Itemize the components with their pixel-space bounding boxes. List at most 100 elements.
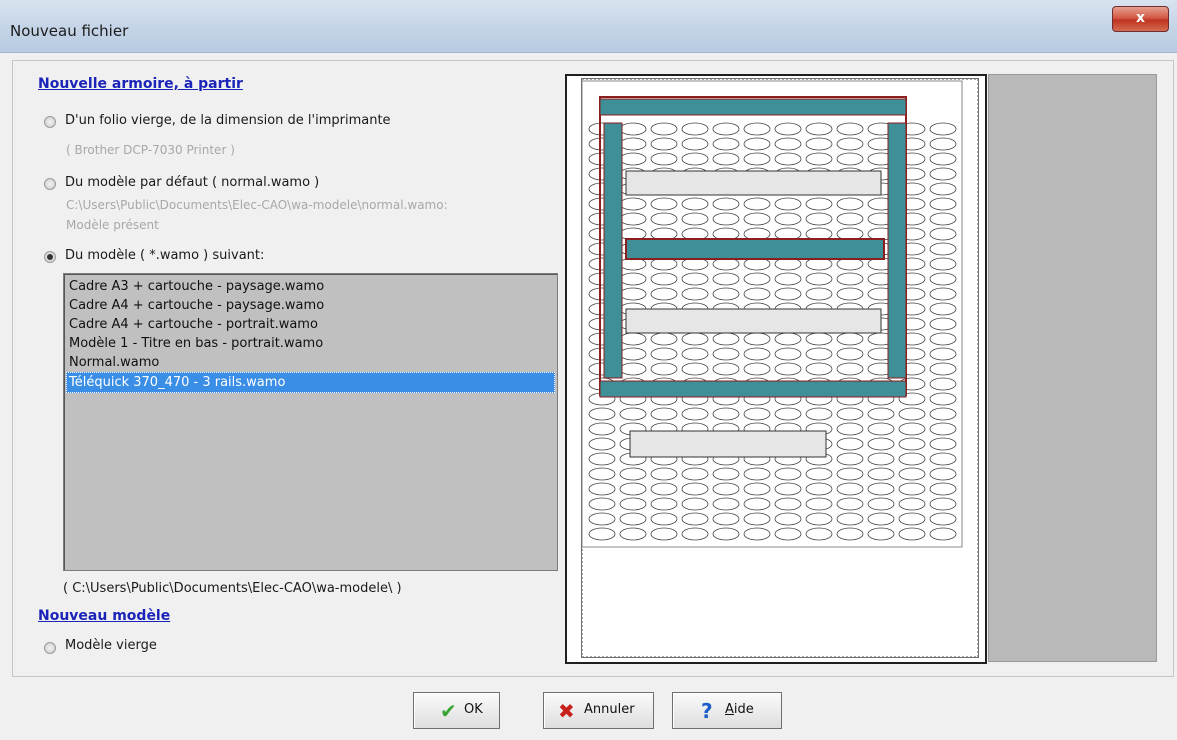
- terminal-oval: [743, 512, 771, 526]
- radio-blank-model[interactable]: [44, 642, 56, 654]
- terminal-oval: [743, 197, 771, 211]
- terminal-oval: [681, 527, 709, 541]
- terminal-oval: [650, 362, 678, 376]
- terminal-oval: [929, 227, 957, 241]
- terminal-oval: [774, 407, 802, 421]
- terminal-oval: [898, 527, 926, 541]
- terminal-oval: [712, 347, 740, 361]
- model-listbox[interactable]: Cadre A3 + cartouche - paysage.wamo Cadr…: [63, 273, 558, 571]
- terminal-oval: [712, 497, 740, 511]
- terminal-oval: [588, 437, 616, 451]
- terminal-oval: [929, 452, 957, 466]
- list-item[interactable]: Cadre A3 + cartouche - paysage.wamo: [69, 277, 324, 296]
- terminal-oval: [774, 332, 802, 346]
- terminal-oval: [805, 362, 833, 376]
- terminal-oval: [867, 437, 895, 451]
- terminal-oval: [774, 512, 802, 526]
- terminal-oval: [712, 197, 740, 211]
- terminal-oval: [619, 362, 647, 376]
- list-item-selected[interactable]: Téléquick 370_470 - 3 rails.wamo: [66, 372, 555, 393]
- ok-button[interactable]: ✔ OK: [413, 692, 500, 729]
- terminal-oval: [836, 467, 864, 481]
- terminal-oval: [743, 332, 771, 346]
- terminal-oval: [929, 152, 957, 166]
- terminal-oval: [743, 212, 771, 226]
- terminal-oval: [836, 482, 864, 496]
- terminal-oval: [650, 122, 678, 136]
- radio-blank-folio[interactable]: [44, 116, 56, 128]
- terminal-oval: [867, 527, 895, 541]
- list-item[interactable]: Modèle 1 - Titre en bas - portrait.wamo: [69, 334, 323, 353]
- terminal-oval: [650, 347, 678, 361]
- terminal-oval: [588, 467, 616, 481]
- terminal-oval: [929, 272, 957, 286]
- terminal-oval: [867, 407, 895, 421]
- upright-left: [603, 122, 623, 379]
- terminal-oval: [681, 287, 709, 301]
- terminal-oval: [929, 242, 957, 256]
- terminal-oval: [681, 212, 709, 226]
- list-item[interactable]: Cadre A4 + cartouche - portrait.wamo: [69, 315, 318, 334]
- terminal-oval: [712, 512, 740, 526]
- blank-model-label: Modèle vierge: [65, 638, 157, 653]
- terminal-oval: [619, 272, 647, 286]
- terminal-oval: [681, 362, 709, 376]
- preview-side-panel: [988, 74, 1157, 662]
- terminal-oval: [836, 527, 864, 541]
- terminal-oval: [929, 482, 957, 496]
- terminal-oval: [929, 302, 957, 316]
- terminal-oval: [650, 407, 678, 421]
- terminal-oval: [898, 437, 926, 451]
- terminal-oval: [619, 467, 647, 481]
- model-directory: ( C:\Users\Public\Documents\Elec-CAO\wa-…: [63, 581, 402, 596]
- terminal-oval: [681, 347, 709, 361]
- terminal-oval: [681, 152, 709, 166]
- title-bar[interactable]: Nouveau fichier x: [0, 0, 1177, 53]
- default-model-path: C:\Users\Public\Documents\Elec-CAO\wa-mo…: [66, 198, 448, 212]
- terminal-oval: [929, 362, 957, 376]
- following-model-label: Du modèle ( *.wamo ) suivant:: [65, 248, 265, 263]
- duct-3: [629, 430, 827, 458]
- new-cabinet-heading: Nouvelle armoire, à partir: [38, 76, 243, 92]
- terminal-oval: [836, 512, 864, 526]
- terminal-oval: [929, 182, 957, 196]
- terminal-oval: [836, 452, 864, 466]
- radio-following-model[interactable]: [44, 251, 56, 263]
- terminal-oval: [712, 482, 740, 496]
- terminal-oval: [650, 467, 678, 481]
- radio-default-model[interactable]: [44, 178, 56, 190]
- terminal-oval: [619, 527, 647, 541]
- cancel-button[interactable]: ✖ Annuler: [543, 692, 654, 729]
- new-model-heading: Nouveau modèle: [38, 608, 171, 624]
- terminal-oval: [712, 332, 740, 346]
- terminal-oval: [898, 512, 926, 526]
- terminal-oval: [743, 287, 771, 301]
- terminal-oval: [898, 452, 926, 466]
- help-button[interactable]: ? Aide: [672, 692, 782, 729]
- terminal-oval: [805, 197, 833, 211]
- terminal-oval: [650, 512, 678, 526]
- close-icon: x: [1135, 10, 1146, 26]
- terminal-oval: [743, 482, 771, 496]
- terminal-oval: [650, 152, 678, 166]
- terminal-oval: [712, 287, 740, 301]
- close-button[interactable]: x: [1112, 6, 1169, 32]
- terminal-oval: [619, 212, 647, 226]
- terminal-oval: [712, 527, 740, 541]
- terminal-oval: [743, 347, 771, 361]
- terminal-oval: [929, 422, 957, 436]
- list-item[interactable]: Cadre A4 + cartouche - paysage.wamo: [69, 296, 324, 315]
- list-item[interactable]: Normal.wamo: [69, 353, 159, 372]
- terminal-oval: [588, 407, 616, 421]
- terminal-oval: [588, 527, 616, 541]
- terminal-oval: [836, 362, 864, 376]
- terminal-oval: [805, 482, 833, 496]
- terminal-oval: [619, 287, 647, 301]
- terminal-oval: [929, 377, 957, 391]
- terminal-oval: [619, 332, 647, 346]
- terminal-oval: [743, 407, 771, 421]
- terminal-oval: [929, 212, 957, 226]
- terminal-oval: [774, 287, 802, 301]
- terminal-oval: [619, 482, 647, 496]
- rail-bottom: [599, 380, 907, 398]
